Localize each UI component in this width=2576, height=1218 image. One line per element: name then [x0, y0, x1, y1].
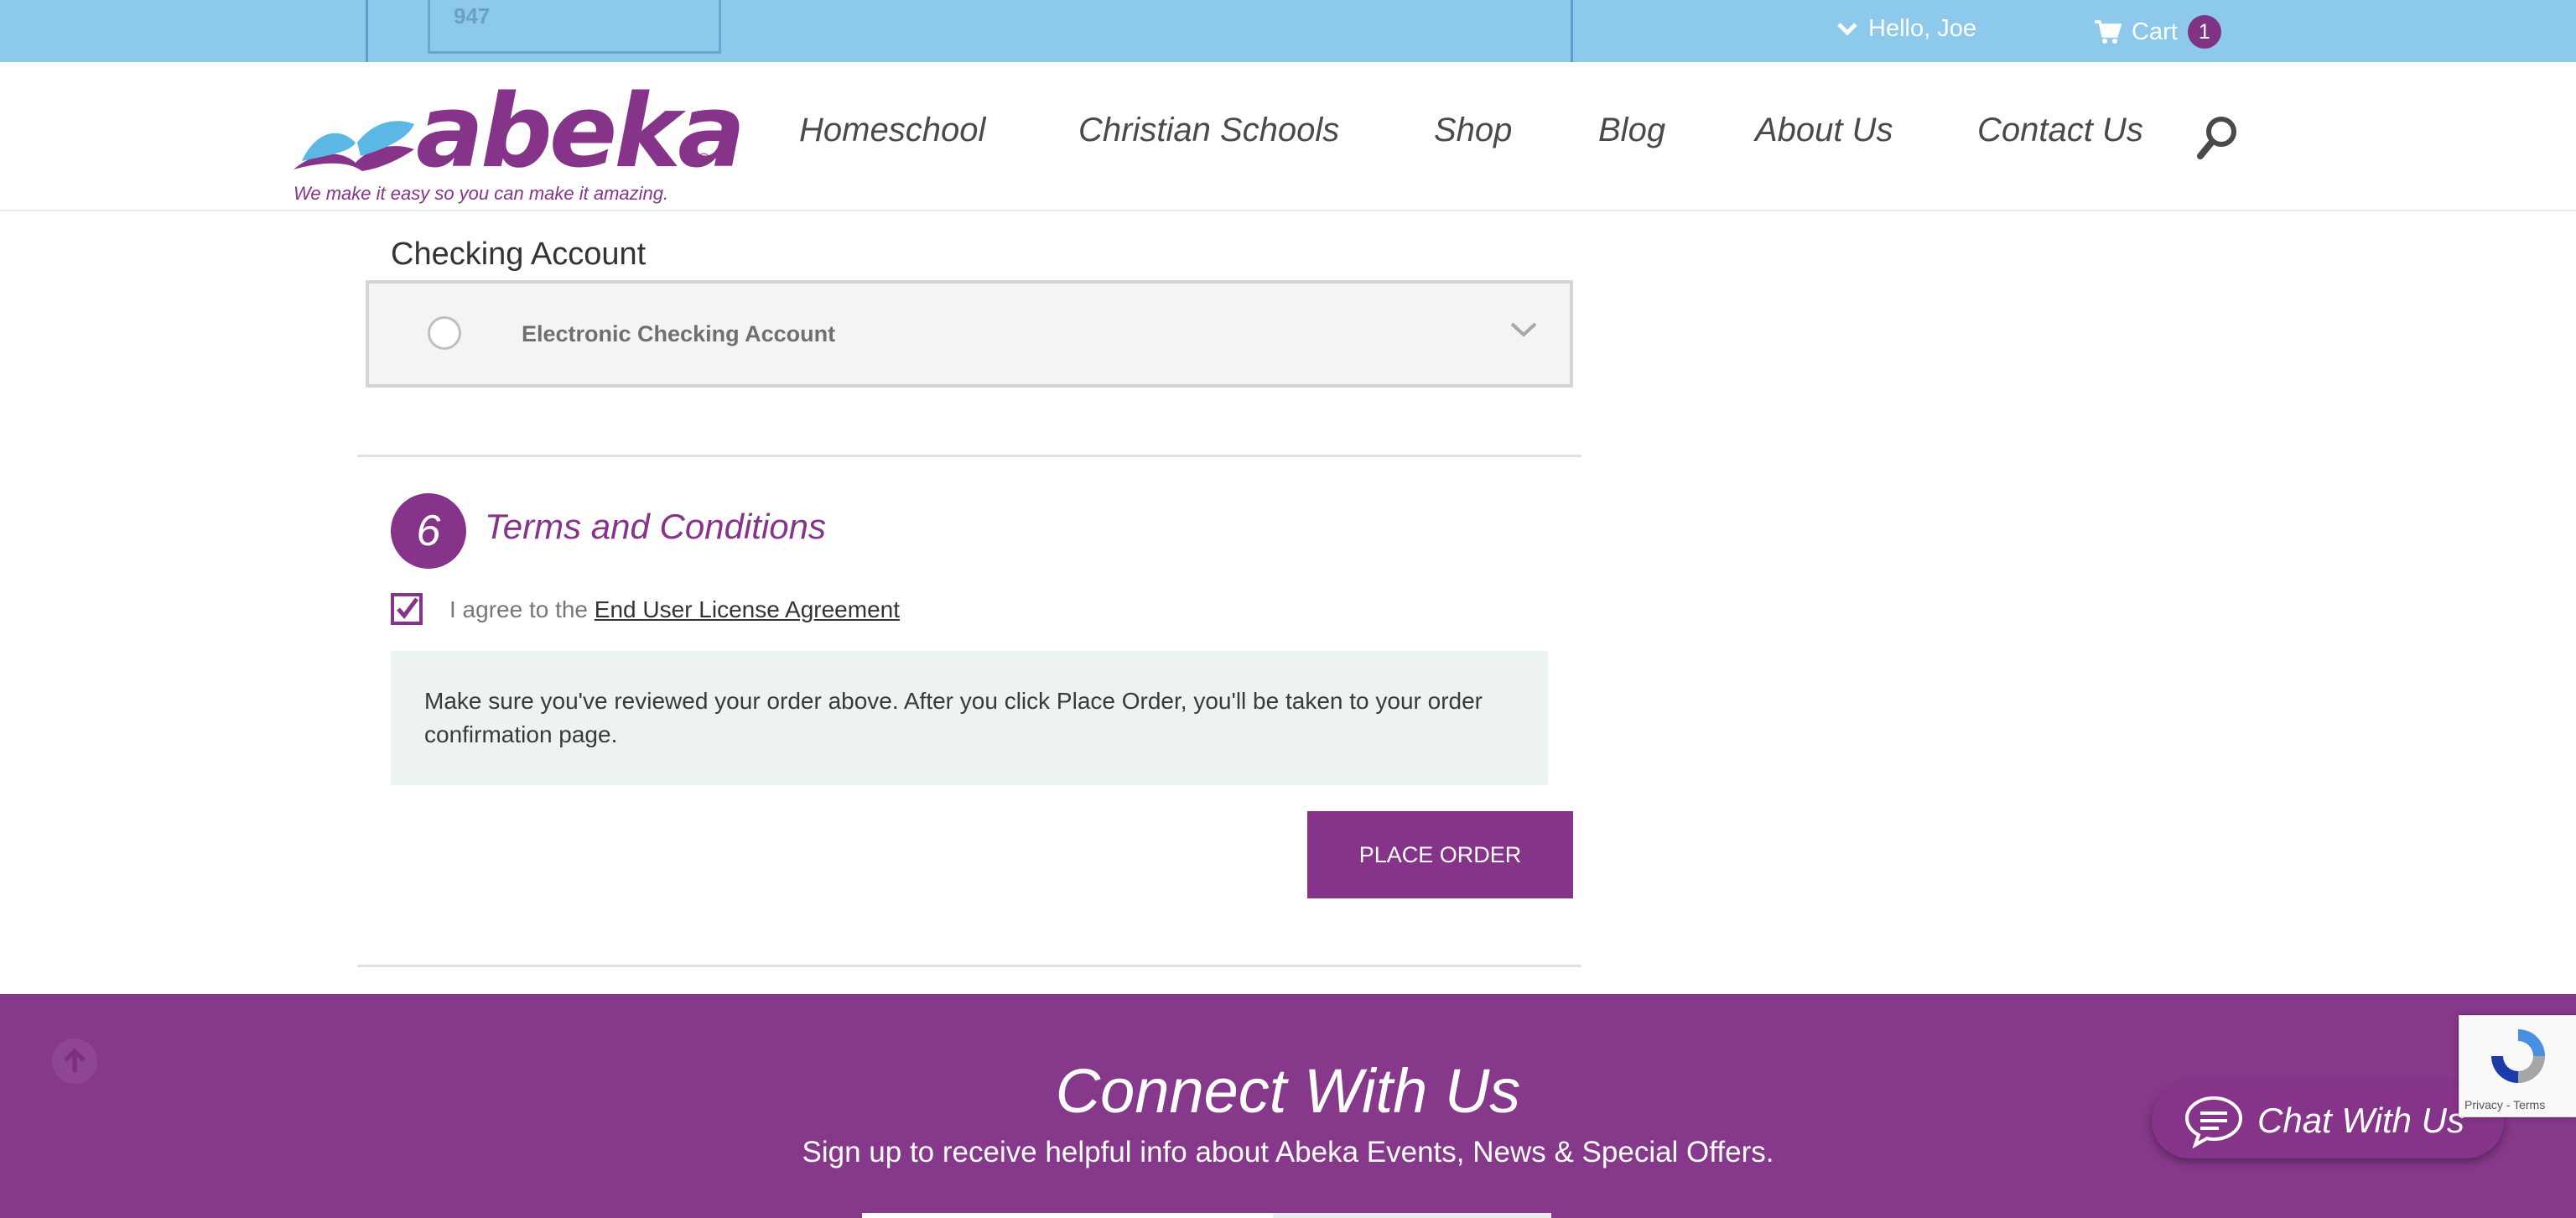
abeka-logo-mark[interactable]: [290, 109, 416, 180]
account-menu[interactable]: Hello, Joe: [1836, 15, 1976, 43]
cart-label: Cart: [2132, 18, 2178, 45]
chevron-down-icon[interactable]: [1509, 320, 1538, 343]
section-divider: [357, 965, 1581, 967]
order-notice: Make sure you've reviewed your order abo…: [391, 651, 1548, 785]
security-code-value: 947: [454, 3, 491, 29]
greeting-text: Hello, Joe: [1868, 15, 1976, 42]
nav-homeschool[interactable]: Homeschool: [799, 112, 985, 149]
chat-bubble-icon: [2184, 1096, 2243, 1148]
section-divider: [357, 455, 1581, 457]
cart-link[interactable]: Cart 1: [2093, 15, 2221, 49]
agree-prefix: I agree to the: [449, 596, 589, 622]
checking-radio-button[interactable]: [428, 316, 461, 350]
recaptcha-links[interactable]: Privacy - Terms: [2464, 1098, 2545, 1111]
top-utility-bar: 947 Hello, Joe Cart 1: [0, 0, 2576, 62]
security-code-input[interactable]: 947: [428, 0, 721, 54]
form-border-right: [1571, 0, 1573, 62]
open-book-icon: [293, 121, 414, 171]
form-border-left: [366, 0, 368, 62]
chevron-down-icon: [1837, 22, 1857, 36]
newsletter-signup-button[interactable]: [1273, 1213, 1551, 1218]
eula-link[interactable]: End User License Agreement: [595, 596, 900, 622]
agree-text: I agree to the End User License Agreemen…: [449, 596, 900, 623]
nav-about-us[interactable]: About Us: [1755, 112, 1893, 149]
checkmark-icon: [397, 597, 418, 619]
logo-tagline: We make it easy so you can make it amazi…: [293, 183, 669, 204]
nav-blog[interactable]: Blog: [1598, 112, 1665, 149]
agree-checkbox[interactable]: [391, 593, 423, 625]
nav-contact-us[interactable]: Contact Us: [1977, 112, 2143, 149]
cart-count-badge: 1: [2187, 15, 2221, 49]
nav-christian-schools[interactable]: Christian Schools: [1078, 112, 1339, 149]
checking-account-heading: Checking Account: [391, 237, 647, 272]
terms-heading: Terms and Conditions: [485, 507, 826, 546]
place-order-button[interactable]: PLACE ORDER: [1307, 811, 1573, 898]
chat-with-us-button[interactable]: Chat With Us: [2152, 1083, 2504, 1158]
nav-shop[interactable]: Shop: [1434, 112, 1512, 149]
chat-label: Chat With Us: [2257, 1101, 2465, 1140]
logo-wordmark[interactable]: abeka: [416, 74, 745, 190]
logo-registered-mark: ®: [698, 151, 710, 169]
step-number-badge: 6: [391, 493, 466, 569]
search-icon[interactable]: [2195, 114, 2241, 161]
recaptcha-icon: [2491, 1029, 2545, 1083]
cart-icon: [2095, 20, 2122, 44]
recaptcha-badge[interactable]: Privacy - Terms: [2459, 1015, 2576, 1117]
checking-option-label: Electronic Checking Account: [522, 321, 836, 346]
